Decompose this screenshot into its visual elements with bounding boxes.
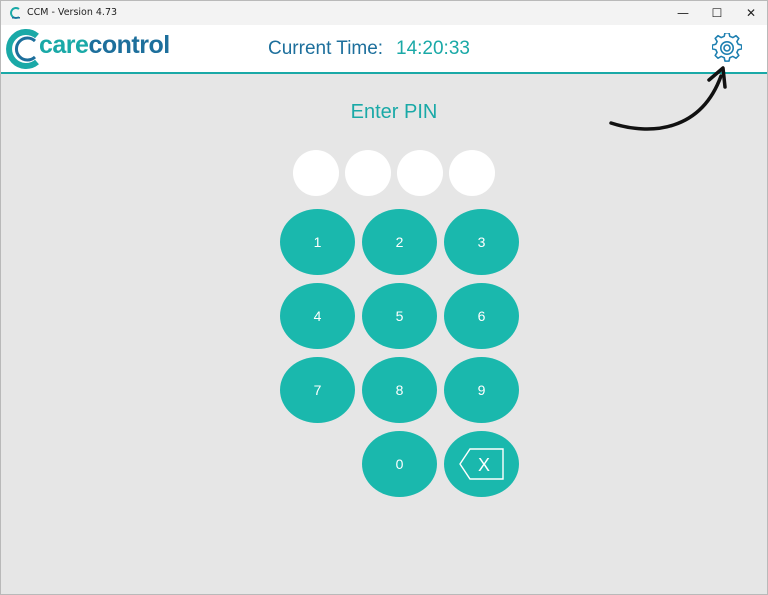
current-time-label: Current Time:	[268, 38, 384, 59]
enter-pin-title: Enter PIN	[350, 101, 438, 123]
key-6[interactable]: 6	[444, 283, 519, 349]
backspace-button[interactable]: X	[444, 431, 519, 497]
key-1[interactable]: 1	[280, 209, 355, 275]
brand-care: care	[39, 31, 89, 59]
app-window: CCM - Version 4.73 — ☐ ✕ carecontrol Cur…	[0, 0, 768, 595]
pin-dot-2	[345, 150, 391, 196]
key-5[interactable]: 5	[362, 283, 437, 349]
arrow-annotation	[609, 66, 727, 131]
brand-name: carecontrol	[39, 31, 170, 60]
app-icon	[10, 7, 20, 19]
backspace-label: X	[477, 455, 489, 475]
key-9[interactable]: 9	[444, 357, 519, 423]
pin-dot-4	[449, 150, 495, 196]
window-title: CCM - Version 4.73	[27, 7, 118, 18]
key-3[interactable]: 3	[444, 209, 519, 275]
maximize-button[interactable]: ☐	[700, 1, 734, 25]
title-bar[interactable]: CCM - Version 4.73 — ☐ ✕	[1, 1, 767, 25]
pin-dot-3	[397, 150, 443, 196]
pin-dot-1	[293, 150, 339, 196]
key-7[interactable]: 7	[280, 357, 355, 423]
brand-control: control	[88, 31, 170, 59]
current-time-value: 14:20:33	[396, 38, 470, 59]
key-0[interactable]: 0	[362, 431, 437, 497]
close-button[interactable]: ✕	[734, 1, 767, 25]
key-2[interactable]: 2	[362, 209, 437, 275]
key-4[interactable]: 4	[280, 283, 355, 349]
key-8[interactable]: 8	[362, 357, 437, 423]
backspace-icon: X	[458, 448, 504, 480]
minimize-button[interactable]: —	[666, 1, 700, 25]
